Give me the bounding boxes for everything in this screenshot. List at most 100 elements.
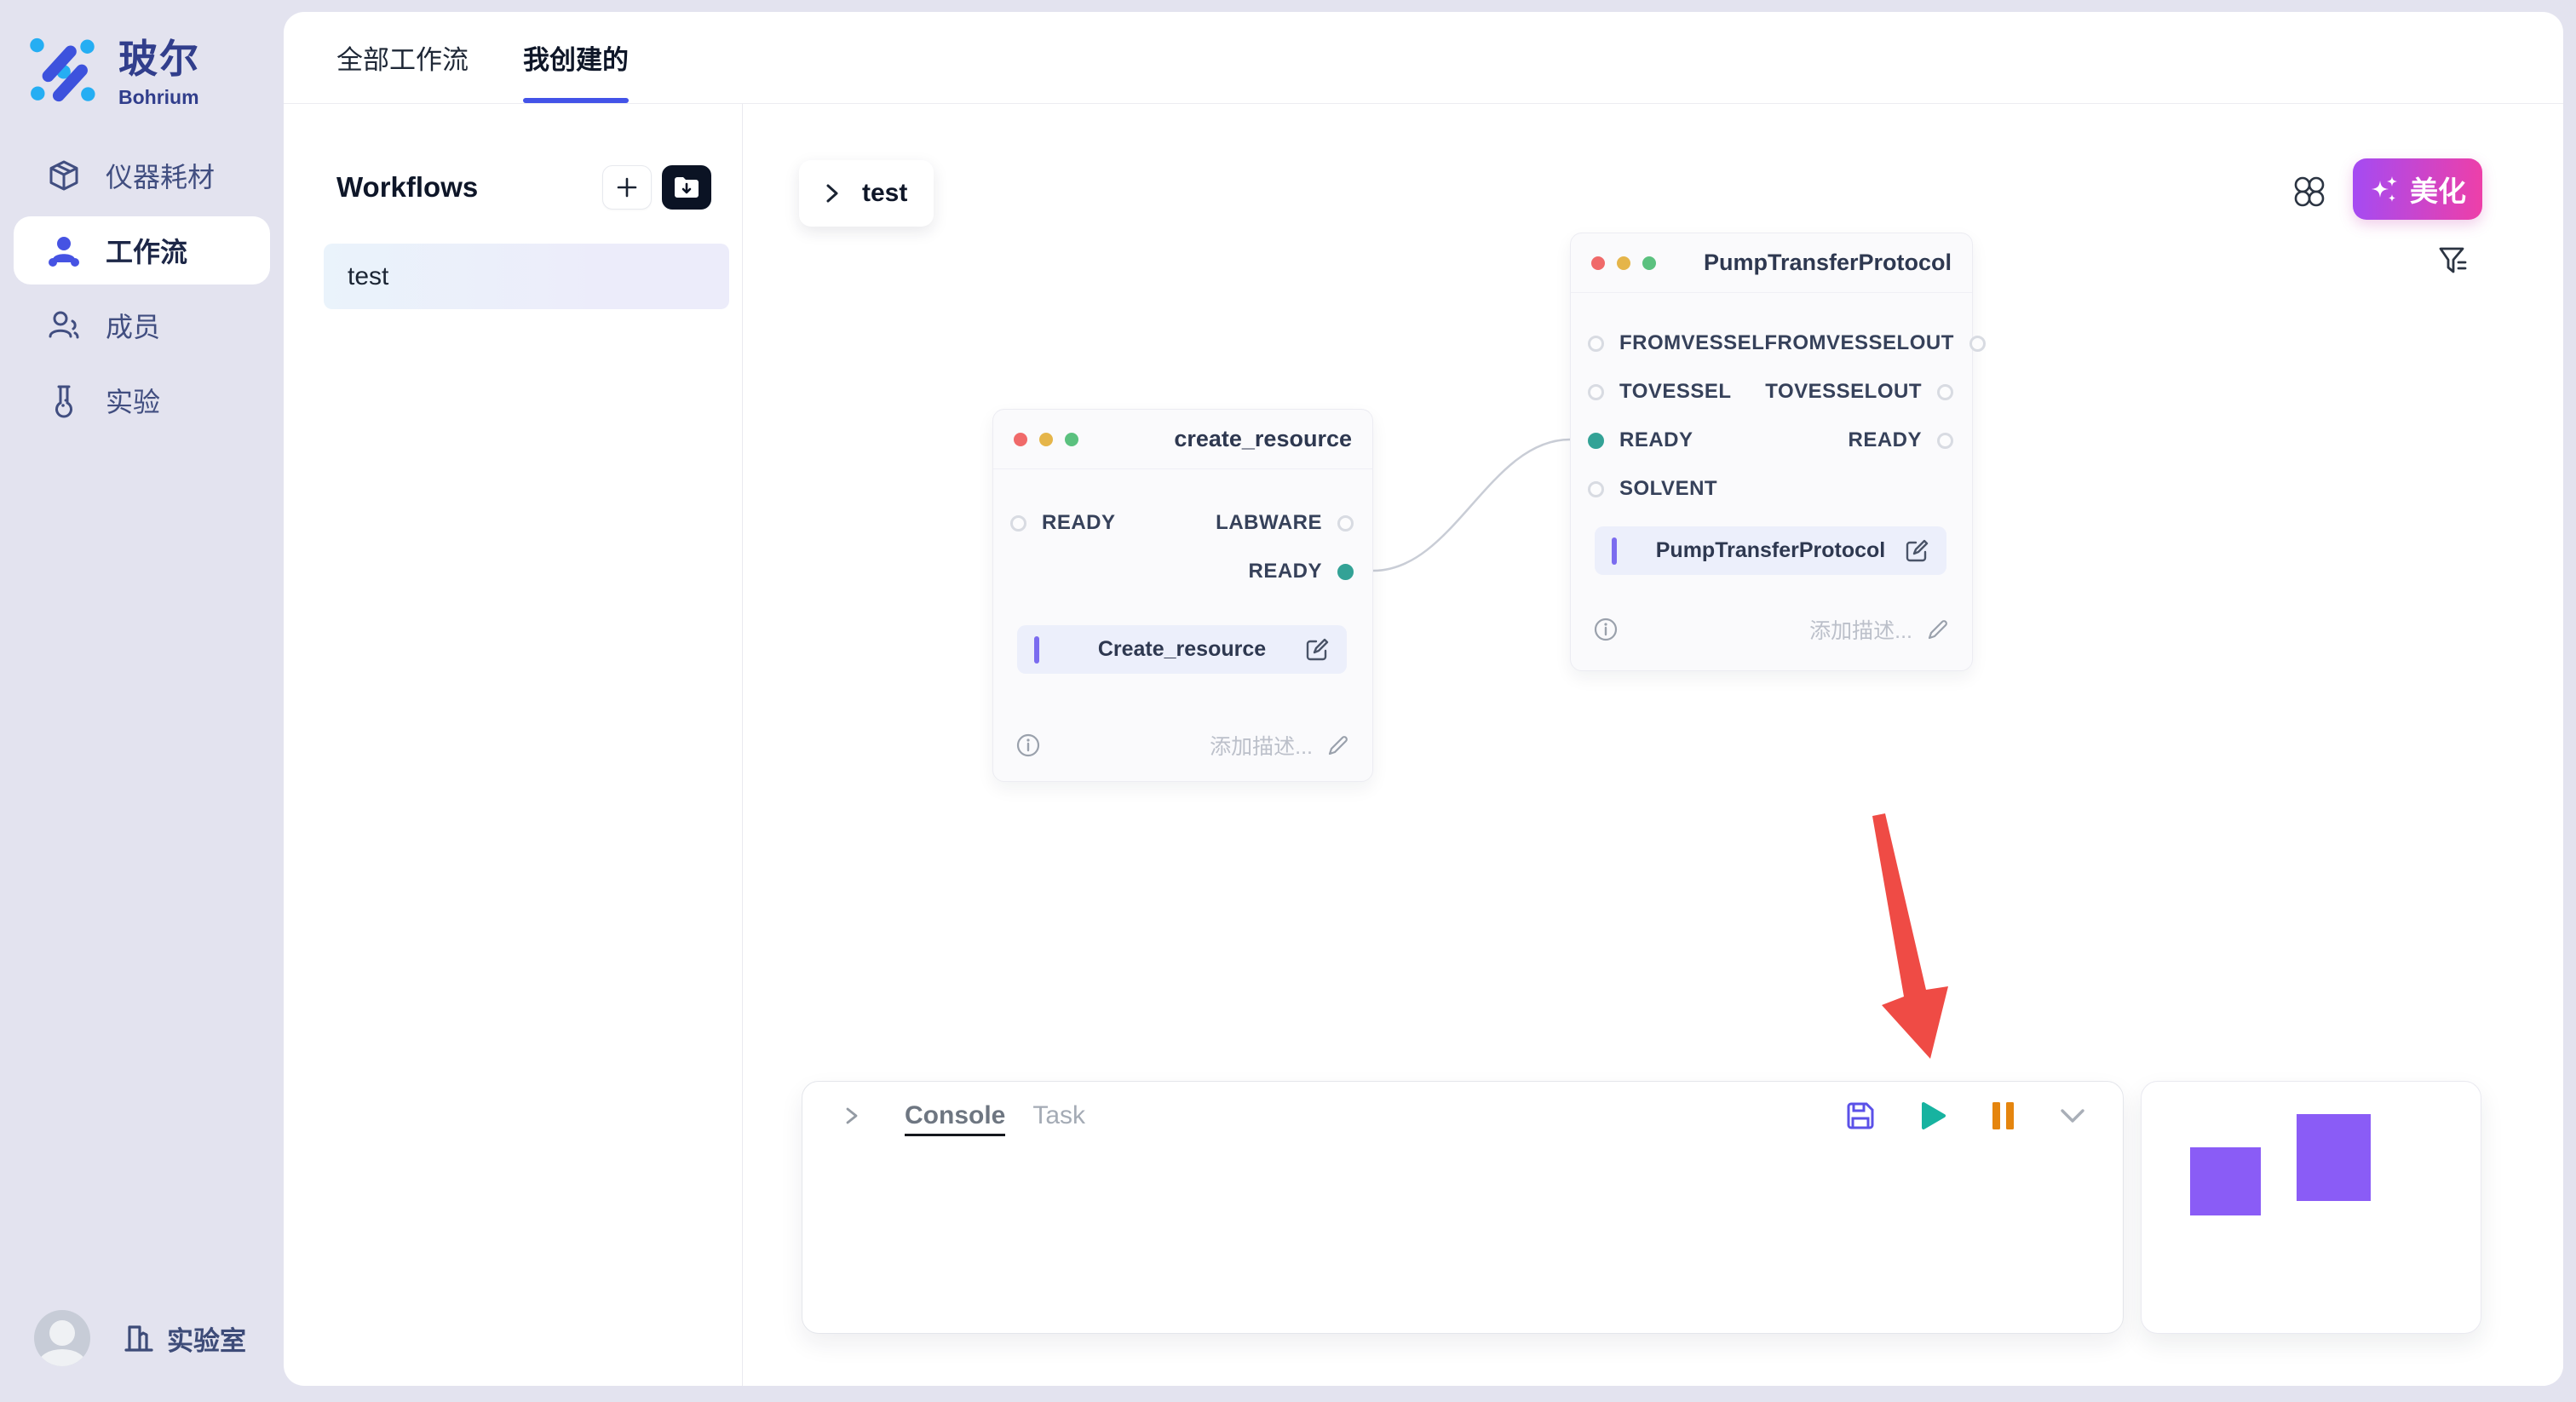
port-label: LABWARE bbox=[1216, 511, 1322, 535]
tab-task[interactable]: Task bbox=[1032, 1082, 1085, 1150]
sparkles-icon bbox=[2369, 174, 2400, 204]
pause-icon bbox=[1988, 1100, 2017, 1132]
save-button[interactable] bbox=[1843, 1099, 1877, 1133]
sidebar-footer: 实验室 bbox=[34, 1310, 246, 1366]
input-port[interactable] bbox=[1588, 384, 1604, 400]
input-port-connected[interactable] bbox=[1588, 433, 1604, 449]
pencil-icon[interactable] bbox=[1926, 618, 1950, 641]
node-connection-edge bbox=[1373, 440, 1570, 571]
workflow-list-item[interactable]: test bbox=[324, 244, 729, 309]
node-header: PumpTransferProtocol bbox=[1571, 233, 1972, 293]
port-label: READY bbox=[1848, 428, 1922, 452]
node-title: create_resource bbox=[1174, 426, 1352, 452]
command-palette-button[interactable] bbox=[2291, 174, 2327, 210]
dot-green-icon bbox=[1065, 433, 1078, 446]
box-icon bbox=[46, 158, 82, 193]
tab-my-created[interactable]: 我创建的 bbox=[523, 12, 629, 103]
minimap[interactable] bbox=[2141, 1081, 2481, 1334]
bohrium-logo-icon bbox=[27, 34, 97, 104]
main-panel: 全部工作流 我创建的 Workflows bbox=[284, 12, 2563, 1386]
logo-subtitle: Bohrium bbox=[118, 86, 200, 109]
edit-icon[interactable] bbox=[1904, 538, 1929, 564]
breadcrumb-label: test bbox=[862, 179, 907, 208]
workflow-breadcrumb[interactable]: test bbox=[799, 160, 934, 227]
sidebar-item-workflow[interactable]: 工作流 bbox=[14, 216, 270, 284]
minimap-node bbox=[2297, 1114, 2371, 1201]
run-button[interactable] bbox=[1917, 1100, 1949, 1132]
dot-red-icon bbox=[1591, 256, 1605, 270]
output-port[interactable] bbox=[1937, 433, 1953, 449]
chevron-right-icon bbox=[840, 1103, 864, 1129]
node-action-label: Create_resource bbox=[1017, 637, 1347, 662]
members-icon bbox=[46, 307, 82, 343]
experiment-icon bbox=[46, 382, 82, 418]
beautify-label: 美化 bbox=[2410, 169, 2466, 210]
panel-expand-button[interactable] bbox=[840, 1103, 864, 1129]
description-placeholder[interactable]: 添加描述... bbox=[1210, 730, 1313, 761]
workspace-label: 实验室 bbox=[167, 1319, 246, 1358]
input-port[interactable] bbox=[1010, 515, 1026, 531]
dot-yellow-icon bbox=[1617, 256, 1630, 270]
node-action-button[interactable]: PumpTransferProtocol bbox=[1595, 526, 1946, 575]
add-workflow-button[interactable] bbox=[602, 165, 652, 210]
sidebar-item-members[interactable]: 成员 bbox=[14, 291, 270, 359]
output-port[interactable] bbox=[1969, 336, 1986, 352]
avatar[interactable] bbox=[34, 1310, 90, 1366]
plus-icon bbox=[615, 175, 639, 199]
annotation-arrow bbox=[1872, 813, 1948, 1059]
workflow-panel-title: Workflows bbox=[336, 171, 478, 204]
beautify-button[interactable]: 美化 bbox=[2353, 158, 2482, 220]
sidebar-item-experiments[interactable]: 实验 bbox=[14, 366, 270, 434]
port-label: TOVESSEL bbox=[1619, 380, 1732, 404]
dot-green-icon bbox=[1642, 256, 1656, 270]
accent-bar bbox=[1034, 636, 1039, 664]
logo-title: 玻尔 bbox=[118, 28, 200, 84]
output-port[interactable] bbox=[1337, 515, 1354, 531]
port-label: TOVESSELOUT bbox=[1765, 380, 1922, 404]
folder-download-icon bbox=[674, 176, 699, 198]
pencil-icon[interactable] bbox=[1326, 733, 1350, 757]
workspace-switcher[interactable]: 实验室 bbox=[123, 1319, 246, 1358]
console-header: Console Task bbox=[802, 1082, 2123, 1150]
filter-button[interactable] bbox=[2436, 244, 2470, 278]
workflow-canvas[interactable]: test 美化 bbox=[743, 104, 2563, 1386]
description-placeholder[interactable]: 添加描述... bbox=[1809, 614, 1912, 645]
output-port-connected[interactable] bbox=[1337, 564, 1354, 580]
dot-yellow-icon bbox=[1039, 433, 1053, 446]
port-label: READY bbox=[1042, 511, 1116, 535]
node-action-button[interactable]: Create_resource bbox=[1017, 625, 1347, 674]
info-icon[interactable] bbox=[1015, 733, 1041, 758]
save-icon bbox=[1843, 1099, 1877, 1133]
dot-red-icon bbox=[1014, 433, 1027, 446]
accent-bar bbox=[1612, 537, 1617, 565]
node-title: PumpTransferProtocol bbox=[1704, 250, 1952, 276]
node-create-resource[interactable]: create_resource READY LABWARE READY bbox=[992, 409, 1373, 782]
sidebar-item-label: 仪器耗材 bbox=[106, 156, 215, 195]
tab-all-workflows[interactable]: 全部工作流 bbox=[336, 12, 469, 103]
node-action-label: PumpTransferProtocol bbox=[1595, 538, 1946, 563]
minimap-node bbox=[2190, 1147, 2261, 1215]
building-icon bbox=[123, 1322, 155, 1354]
sidebar: 玻尔 Bohrium 仪器耗材 工作流 成员 bbox=[0, 0, 284, 1402]
node-pump-transfer-protocol[interactable]: PumpTransferProtocol FROMVESSEL FROMVESS… bbox=[1570, 233, 1973, 671]
port-label: FROMVESSEL bbox=[1619, 331, 1764, 355]
port-label: READY bbox=[1619, 428, 1693, 452]
chevron-down-icon bbox=[2056, 1103, 2089, 1129]
edit-icon[interactable] bbox=[1304, 637, 1330, 663]
import-workflow-button[interactable] bbox=[662, 165, 711, 210]
sidebar-item-label: 实验 bbox=[106, 381, 160, 420]
input-port[interactable] bbox=[1588, 481, 1604, 497]
port-label: SOLVENT bbox=[1619, 477, 1717, 501]
info-icon[interactable] bbox=[1593, 617, 1619, 642]
pause-button[interactable] bbox=[1988, 1100, 2017, 1132]
workflow-icon bbox=[46, 233, 82, 268]
sidebar-item-instruments[interactable]: 仪器耗材 bbox=[14, 141, 270, 210]
sidebar-menu: 仪器耗材 工作流 成员 实验 bbox=[0, 141, 284, 441]
tab-console[interactable]: Console bbox=[905, 1082, 1005, 1150]
node-header: create_resource bbox=[993, 410, 1372, 469]
collapse-panel-button[interactable] bbox=[2056, 1103, 2089, 1129]
input-port[interactable] bbox=[1588, 336, 1604, 352]
workflow-list-panel: Workflows test bbox=[284, 104, 743, 1386]
command-icon bbox=[2291, 174, 2327, 210]
output-port[interactable] bbox=[1937, 384, 1953, 400]
